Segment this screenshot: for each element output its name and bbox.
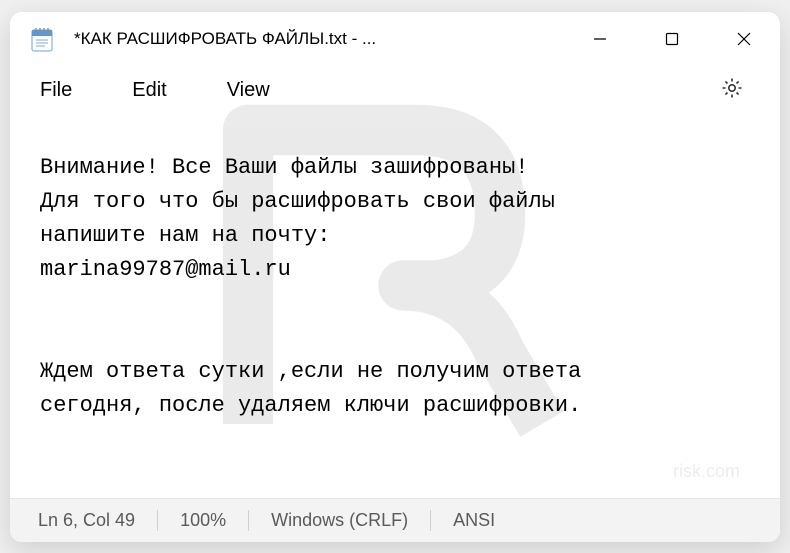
notepad-icon: [30, 27, 54, 51]
maximize-button[interactable]: [636, 12, 708, 66]
window-controls: [564, 12, 780, 66]
titlebar[interactable]: *КАК РАСШИФРОВАТЬ ФАЙЛЫ.txt - ...: [10, 12, 780, 66]
settings-button[interactable]: [714, 70, 750, 111]
zoom-level[interactable]: 100%: [180, 510, 249, 531]
close-button[interactable]: [708, 12, 780, 66]
encoding[interactable]: ANSI: [453, 510, 517, 531]
statusbar: Ln 6, Col 49 100% Windows (CRLF) ANSI: [10, 498, 780, 542]
notepad-window: risk.com *КАК РАСШИФРОВАТЬ ФАЙЛЫ.txt - .…: [10, 12, 780, 542]
cursor-position[interactable]: Ln 6, Col 49: [38, 510, 158, 531]
menu-view[interactable]: View: [227, 79, 270, 102]
menu-file[interactable]: File: [40, 79, 72, 102]
text-content[interactable]: Внимание! Все Ваши файлы зашифрованы! Дл…: [10, 116, 780, 498]
menubar: File Edit View: [10, 66, 780, 116]
line-ending[interactable]: Windows (CRLF): [271, 510, 431, 531]
minimize-button[interactable]: [564, 12, 636, 66]
menu-edit[interactable]: Edit: [132, 79, 166, 102]
window-title: *КАК РАСШИФРОВАТЬ ФАЙЛЫ.txt - ...: [74, 29, 564, 49]
